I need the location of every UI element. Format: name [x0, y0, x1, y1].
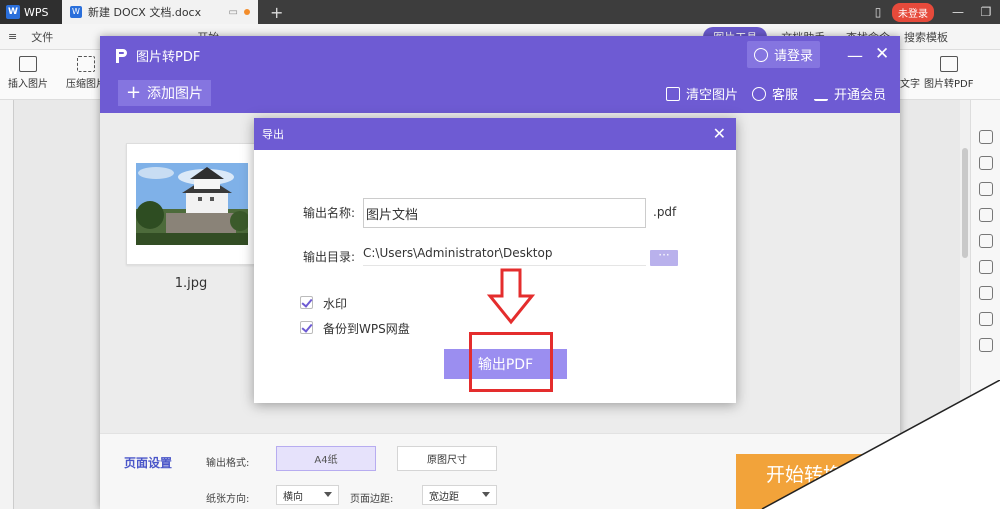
shape-icon[interactable] [978, 182, 993, 196]
wps-logo-icon: W [6, 5, 20, 19]
wps-home-tab[interactable]: W WPS [0, 0, 62, 24]
history-icon[interactable] [978, 338, 993, 352]
document-tab-label: 新建 DOCX 文档.docx [88, 6, 202, 19]
wps-tab-bar: W WPS W 新建 DOCX 文档.docx ▭ + ▯ 未登录 — ❐ [0, 0, 1000, 24]
format-a4-option[interactable]: A4纸 [276, 446, 376, 471]
smile-icon [752, 86, 766, 101]
close-button[interactable]: ✕ [875, 44, 889, 64]
chevron-down-icon [324, 492, 332, 497]
word-doc-icon: W [70, 6, 82, 18]
orientation-select[interactable]: 横向 [276, 485, 339, 505]
clear-images-label: 清空图片 [686, 88, 739, 103]
vertical-ruler [0, 100, 14, 509]
file-extension: .pdf [653, 205, 677, 219]
vip-label: 开通会员 [834, 88, 887, 103]
clear-images-button[interactable]: 清空图片 [666, 84, 738, 103]
plus-icon: + [125, 82, 142, 103]
browse-folder-button[interactable]: ··· [650, 249, 678, 266]
text-tool-label: 文字 [900, 79, 920, 90]
gallery-icon[interactable] [978, 234, 993, 248]
margin-label: 页面边距: [350, 494, 394, 505]
backup-checkbox[interactable] [300, 321, 313, 334]
output-dir-label: 输出目录: [303, 250, 356, 264]
user-icon [753, 47, 768, 62]
pdf-icon [939, 56, 958, 72]
compress-icon [77, 56, 95, 72]
backup-label: 备份到WPS网盘 [323, 322, 410, 336]
red-highlight-box [469, 332, 553, 392]
castle-photo [136, 163, 248, 245]
thumbnail-filename: 1.jpg [174, 276, 208, 291]
login-label: 请登录 [773, 49, 813, 64]
layout-icon[interactable] [978, 312, 993, 326]
pointer-icon[interactable] [978, 156, 993, 170]
app-header: 图片转PDF 请登录 — ✕ + 添加图片 清空图片 客服 开通会员 [100, 36, 900, 113]
text-tool[interactable]: 文字 [900, 56, 920, 90]
dialog-title: 导出 [262, 128, 284, 141]
new-tab-button[interactable]: + [258, 3, 295, 22]
support-label: 客服 [772, 88, 799, 103]
dialog-close-icon[interactable]: ✕ [713, 124, 726, 143]
restore-window-button[interactable]: ❐ [972, 5, 1000, 19]
insert-image-tool[interactable]: 插入图片 [8, 56, 48, 90]
watermark-checkbox[interactable] [300, 296, 313, 309]
star-icon[interactable] [978, 260, 993, 274]
trash-icon [666, 86, 680, 101]
settings-icon[interactable] [978, 208, 993, 222]
wps-logo-label: WPS [24, 5, 49, 19]
img-to-pdf-label: 图片转PDF [924, 79, 974, 90]
pdf-logo-icon [114, 47, 128, 65]
dialog-header: 导出 ✕ [254, 118, 736, 150]
insert-image-label: 插入图片 [8, 79, 48, 90]
chevron-down-icon [482, 492, 490, 497]
export-dialog: 导出 ✕ 输出名称: 图片文档 .pdf 输出目录: C:\Users\Admi… [254, 118, 736, 403]
menu-file[interactable]: 文件 [31, 29, 53, 45]
app-title-label: 图片转PDF [136, 50, 201, 65]
margin-value: 宽边距 [429, 491, 459, 503]
image-icon [19, 56, 37, 72]
output-dir-field[interactable]: C:\Users\Administrator\Desktop [363, 246, 646, 266]
monitor-icon[interactable]: ▭ [229, 7, 238, 18]
vip-button[interactable]: 开通会员 [814, 84, 886, 103]
text-icon [901, 56, 919, 72]
page-curl-decoration [761, 380, 1000, 509]
img-to-pdf-tool[interactable]: 图片转PDF [924, 56, 973, 90]
support-button[interactable]: 客服 [752, 84, 798, 103]
login-badge[interactable]: 未登录 [892, 2, 934, 22]
pen-icon[interactable] [978, 130, 993, 144]
orientation-label: 纸张方向: [206, 494, 250, 505]
minimize-window-button[interactable]: — [944, 5, 972, 19]
output-name-label: 输出名称: [303, 206, 356, 220]
search-template[interactable]: 搜索模板 [904, 29, 948, 45]
output-name-input[interactable]: 图片文档 [363, 198, 646, 228]
hamburger-icon[interactable]: ≡ [8, 30, 17, 43]
margin-select[interactable]: 宽边距 [422, 485, 497, 505]
share-icon[interactable] [978, 286, 993, 300]
page-settings-title: 页面设置 [124, 456, 173, 470]
output-format-label: 输出格式: [206, 458, 250, 469]
document-tab[interactable]: W 新建 DOCX 文档.docx ▭ [62, 0, 258, 24]
image-thumbnail-card[interactable] [126, 143, 256, 265]
add-image-button[interactable]: + 添加图片 [118, 80, 211, 106]
scrollbar-thumb[interactable] [962, 148, 968, 258]
minimize-button[interactable]: — [847, 46, 863, 65]
app-title: 图片转PDF [114, 46, 200, 65]
add-image-label: 添加图片 [147, 86, 204, 102]
unsaved-dot-icon [244, 9, 250, 15]
red-arrow-annotation [486, 268, 536, 325]
watermark-label: 水印 [323, 297, 348, 311]
login-button[interactable]: 请登录 [747, 41, 820, 68]
format-original-option[interactable]: 原图尺寸 [397, 446, 497, 471]
crown-icon [814, 87, 828, 101]
window-mode-icon[interactable]: ▯ [864, 5, 892, 19]
orientation-value: 横向 [283, 491, 303, 503]
